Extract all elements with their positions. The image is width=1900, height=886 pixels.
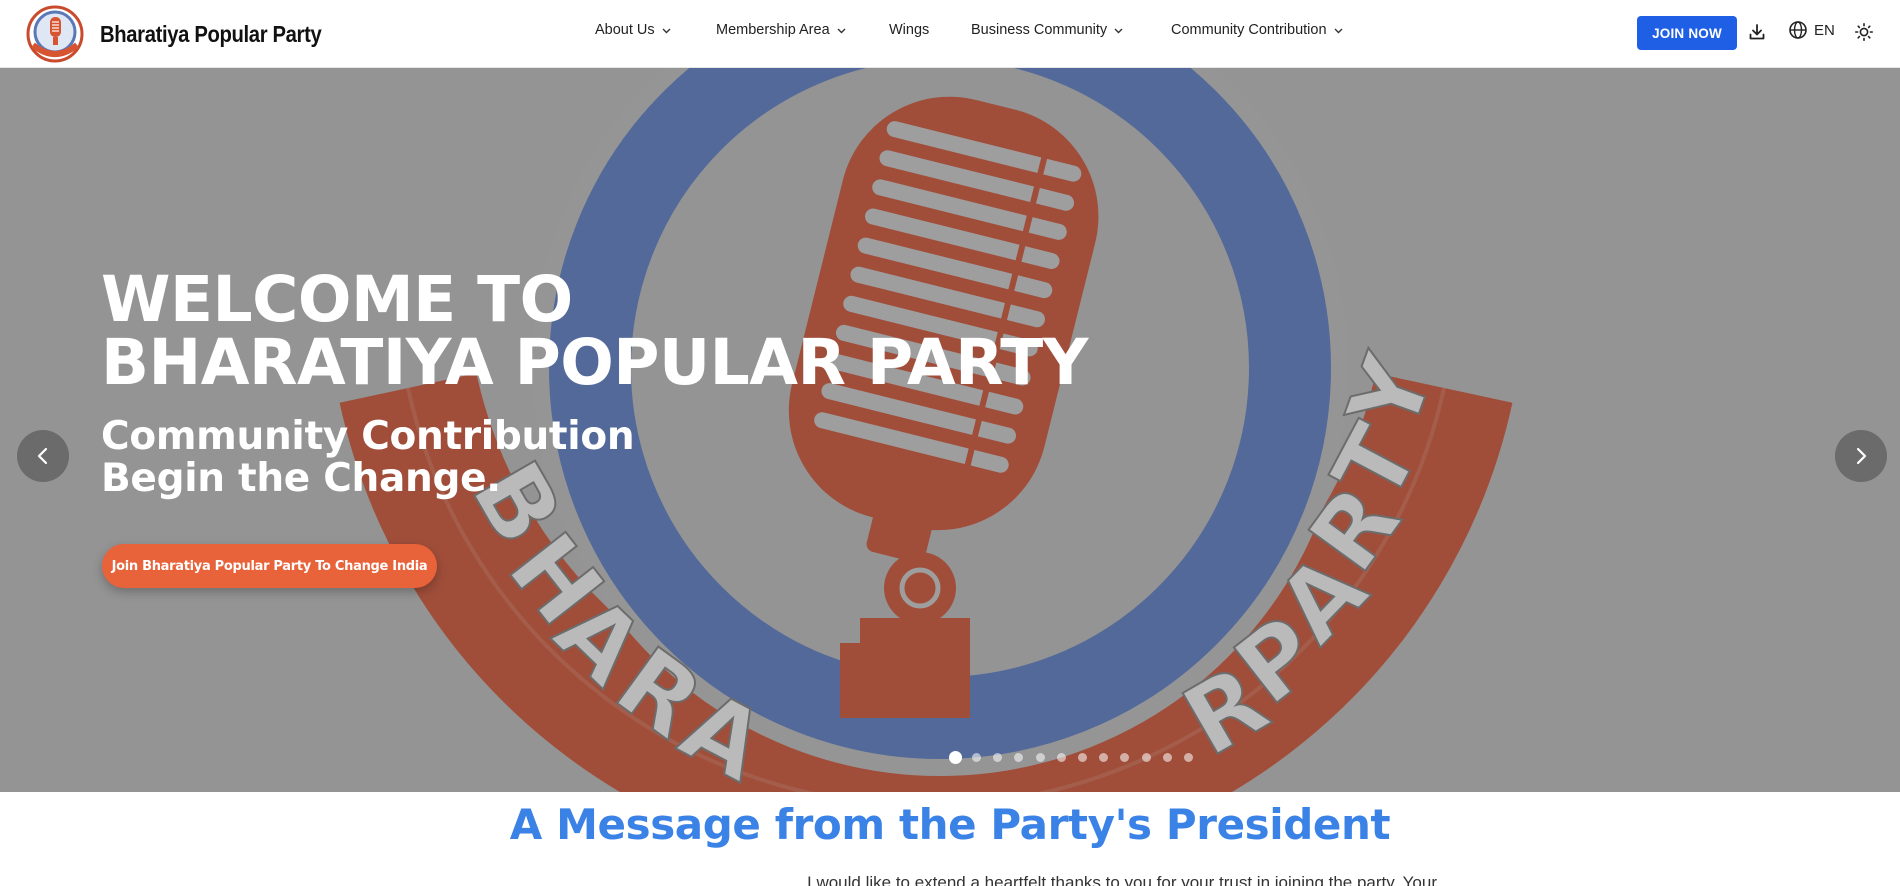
president-message-title: A Message from the Party's President [509, 800, 1391, 849]
carousel-dot-6[interactable] [1056, 753, 1066, 762]
carousel-dot-12[interactable] [1183, 753, 1193, 762]
hero-title-line-1: WELCOME TO [101, 263, 573, 336]
nav-about-us[interactable]: About Us [595, 22, 671, 38]
chevron-down-icon [1114, 28, 1123, 34]
chevron-down-icon [1334, 28, 1343, 34]
hero-subtitle: Community Contribution Begin the Change. [101, 414, 635, 501]
nav-community-contribution[interactable]: Community Contribution [1171, 22, 1343, 38]
president-photo [640, 880, 700, 886]
carousel-dot-3[interactable] [993, 753, 1003, 762]
brand[interactable]: Bharatiya Popular Party [24, 5, 352, 63]
globe-icon [1789, 21, 1807, 39]
carousel-dot-2[interactable] [972, 753, 981, 762]
chevron-down-icon [662, 28, 671, 34]
download-icon[interactable] [1745, 20, 1769, 44]
carousel-dot-8[interactable] [1099, 753, 1109, 762]
language-label: EN [1814, 21, 1835, 39]
brand-name[interactable]: Bharatiya Popular Party [100, 21, 322, 48]
nav-wings[interactable]: Wings [889, 22, 929, 38]
carousel-dot-7[interactable] [1077, 753, 1087, 762]
language-selector[interactable]: EN [1788, 20, 1835, 40]
hero-subtitle-line-1: Community Contribution [101, 414, 635, 459]
nav-community-contribution-label: Community Contribution [1171, 22, 1327, 38]
nav-membership-area[interactable]: Membership Area [716, 22, 846, 38]
carousel-dot-9[interactable] [1120, 753, 1130, 762]
sun-icon[interactable] [1852, 20, 1876, 44]
carousel-dot-1[interactable] [949, 751, 962, 764]
carousel-dot-11[interactable] [1162, 753, 1172, 762]
carousel-indicators [949, 751, 1205, 764]
chevron-down-icon [837, 28, 846, 34]
chevron-right-icon [1856, 447, 1867, 465]
party-logo-icon[interactable] [24, 5, 86, 63]
hero-title: WELCOME TO BHARATIYA POPULAR PARTY [101, 268, 1088, 394]
carousel-prev-button[interactable] [17, 430, 69, 482]
hero-subtitle-line-2: Begin the Change. [101, 456, 501, 501]
nav-business-community-label: Business Community [971, 22, 1108, 38]
nav-about-us-label: About Us [595, 22, 655, 38]
carousel-next-button[interactable] [1835, 430, 1887, 482]
chevron-left-icon [37, 447, 48, 465]
join-now-button[interactable]: JOIN NOW [1637, 16, 1737, 50]
nav-membership-area-label: Membership Area [716, 22, 830, 38]
nav-business-community[interactable]: Business Community [971, 22, 1123, 38]
president-message-text: I would like to extend a heartfelt thank… [807, 873, 1437, 886]
carousel-dot-4[interactable] [1014, 753, 1024, 762]
site-header: Bharatiya Popular Party About Us Members… [0, 0, 1900, 68]
hero-carousel: B H A R A R P A R T Y WELCOME TO BHARATI… [0, 68, 1900, 792]
join-party-cta-button[interactable]: Join Bharatiya Popular Party To Change I… [102, 544, 437, 588]
hero-title-line-2: BHARATIYA POPULAR PARTY [101, 326, 1088, 399]
carousel-dot-5[interactable] [1035, 753, 1045, 762]
nav-wings-label: Wings [889, 22, 930, 38]
carousel-dot-10[interactable] [1141, 753, 1151, 762]
